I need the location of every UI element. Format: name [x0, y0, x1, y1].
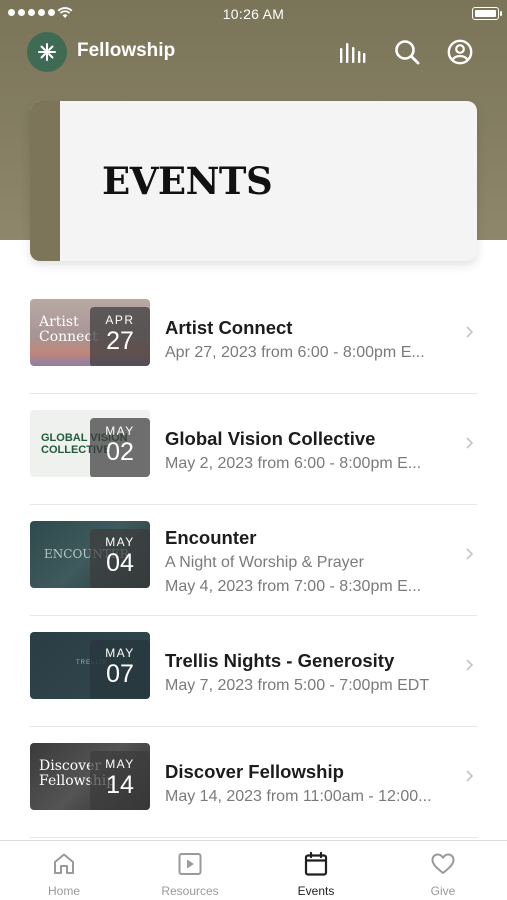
- event-row-global-vision-collective[interactable]: GLOBAL VISION COLLECTIVE MAY 02 Global V…: [30, 394, 477, 505]
- status-bar: 10:26 AM: [0, 0, 507, 28]
- event-thumbnail: GLOBAL VISION COLLECTIVE MAY 02: [30, 410, 150, 477]
- tab-label: Events: [297, 884, 335, 898]
- event-title: Artist Connect: [165, 317, 293, 338]
- chevron-right-icon: [466, 548, 474, 560]
- bottom-tab-bar: Home Resources Events Give: [0, 840, 507, 900]
- event-datetime: May 7, 2023 from 5:00 - 7:00pm EDT: [165, 677, 430, 694]
- profile-icon[interactable]: [446, 38, 474, 66]
- tab-home[interactable]: Home: [1, 841, 127, 900]
- chevron-right-icon: [466, 770, 474, 782]
- event-row-trellis-nights[interactable]: TRELLIS MAY 07 Trellis Nights - Generosi…: [30, 616, 477, 727]
- fellowship-logo-icon[interactable]: [27, 32, 67, 72]
- event-datetime: May 2, 2023 from 6:00 - 8:00pm E...: [165, 455, 422, 472]
- play-icon: [178, 853, 202, 875]
- chevron-right-icon: [466, 437, 474, 449]
- event-datetime: May 14, 2023 from 11:00am - 12:00...: [165, 788, 432, 805]
- app-title: Fellowship: [77, 40, 176, 61]
- event-datetime: May 4, 2023 from 7:00 - 8:30pm E...: [165, 578, 422, 595]
- event-row-discover-fellowship[interactable]: Discover Fellowship MAY 14 Discover Fell…: [30, 727, 477, 838]
- date-badge: MAY 04: [90, 529, 150, 588]
- tab-label: Give: [430, 884, 456, 898]
- event-thumbnail: TRELLIS MAY 07: [30, 632, 150, 699]
- tab-give[interactable]: Give: [380, 841, 506, 900]
- chevron-right-icon: [466, 326, 474, 338]
- page-title: EVENTS: [102, 159, 273, 203]
- search-icon[interactable]: [393, 38, 421, 66]
- hero-accent-stripe: [30, 101, 60, 261]
- app-bar: Fellowship: [0, 30, 507, 76]
- chevron-right-icon: [466, 659, 474, 671]
- tab-resources[interactable]: Resources: [127, 841, 253, 900]
- event-thumbnail: Artist Connect APR 27: [30, 299, 150, 366]
- tab-label: Home: [47, 884, 80, 898]
- audio-bars-icon[interactable]: [338, 38, 366, 66]
- date-badge: MAY 07: [90, 640, 150, 699]
- event-subtitle: A Night of Worship & Prayer: [165, 554, 364, 571]
- calendar-icon: [304, 851, 328, 876]
- event-datetime: Apr 27, 2023 from 6:00 - 8:00pm E...: [165, 344, 425, 361]
- tab-events[interactable]: Events: [253, 841, 379, 900]
- date-badge: APR 27: [90, 307, 150, 366]
- event-thumbnail: Discover Fellowship MAY 14: [30, 743, 150, 810]
- event-row-artist-connect[interactable]: Artist Connect APR 27 Artist Connect Apr…: [30, 283, 477, 394]
- heart-icon: [431, 853, 455, 874]
- date-badge: MAY 02: [90, 418, 150, 477]
- events-hero-card: EVENTS: [30, 101, 477, 261]
- status-time: 10:26 AM: [222, 6, 285, 22]
- event-thumbnail: ENCOUNTER MAY 04: [30, 521, 150, 588]
- home-icon: [54, 853, 74, 874]
- tab-label: Resources: [161, 884, 219, 898]
- date-badge: MAY 14: [90, 751, 150, 810]
- event-title: Trellis Nights - Generosity: [165, 650, 395, 671]
- event-row-encounter[interactable]: ENCOUNTER MAY 04 Encounter A Night of Wo…: [30, 505, 477, 616]
- battery-icon: [472, 7, 502, 20]
- event-title: Global Vision Collective: [165, 428, 376, 449]
- event-title: Encounter: [165, 527, 257, 548]
- event-title: Discover Fellowship: [165, 761, 344, 782]
